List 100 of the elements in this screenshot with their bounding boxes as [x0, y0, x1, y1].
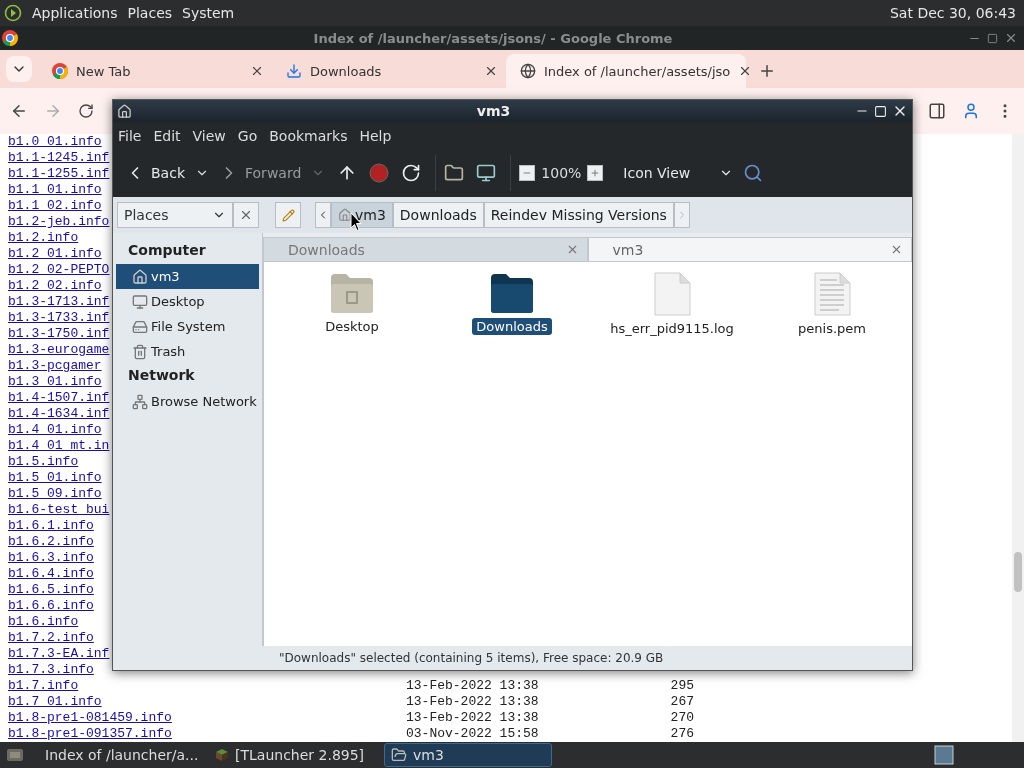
- file-link[interactable]: b1.5_01.info: [8, 470, 102, 486]
- modified-date: 13-Feb-2022 13:38: [406, 694, 539, 710]
- scrollbar[interactable]: [1012, 134, 1024, 742]
- file-link[interactable]: b1.6.5.info: [8, 582, 94, 598]
- file-link[interactable]: b1.2-jeb.info: [8, 214, 110, 230]
- file-link[interactable]: b1.6.2.info: [8, 534, 94, 550]
- panel-menu[interactable]: Places: [127, 5, 173, 21]
- file-link[interactable]: b1.7.info: [8, 678, 79, 694]
- tab-search-button[interactable]: [6, 56, 32, 82]
- panel-menu[interactable]: Applications: [32, 5, 118, 21]
- menu-item[interactable]: Help: [359, 127, 392, 144]
- menu-item[interactable]: File: [118, 127, 142, 144]
- file-link[interactable]: b1.2_02.info: [8, 278, 102, 294]
- browser-tab[interactable]: Index of /launcher/assets/jso: [506, 54, 746, 88]
- file-link[interactable]: b1.6.1.info: [8, 518, 94, 534]
- file-link[interactable]: b1.6.3.info: [8, 550, 94, 566]
- sidebar-item[interactable]: Desktop: [116, 289, 259, 314]
- show-desktop-icon[interactable]: [6, 747, 24, 763]
- zoom-in-button[interactable]: [587, 165, 604, 181]
- folder-icon: [489, 272, 535, 314]
- file-link[interactable]: b1.8-pre1-081459.info: [8, 710, 172, 726]
- path-button[interactable]: vm3: [331, 202, 393, 228]
- file-link[interactable]: b1.0_01.info: [8, 134, 102, 150]
- sidebar-heading: Network: [127, 366, 196, 385]
- file-size: 267: [670, 694, 694, 710]
- computer-icon[interactable]: [476, 163, 497, 183]
- browser-tab[interactable]: New Tab: [38, 54, 272, 88]
- path-button[interactable]: Downloads: [392, 202, 484, 228]
- close-icon[interactable]: [484, 64, 498, 78]
- stop-icon[interactable]: [369, 163, 390, 183]
- reload-icon[interactable]: [401, 163, 422, 183]
- file-link[interactable]: b1.3-pcgamer: [8, 358, 102, 374]
- file-link[interactable]: b1.1-1245.inf: [8, 150, 110, 166]
- file-link[interactable]: b1.6.info: [8, 614, 79, 630]
- download-icon: [286, 63, 302, 79]
- file-link[interactable]: b1.7.2.info: [8, 630, 94, 646]
- file-link[interactable]: b1.1_01.info: [8, 182, 102, 198]
- file-name[interactable]: Downloads: [472, 318, 552, 335]
- edit-location-button[interactable]: [275, 202, 301, 228]
- menu-item[interactable]: View: [192, 127, 226, 144]
- back-button[interactable]: Back: [121, 159, 189, 187]
- file-link[interactable]: b1.3-1750.inf: [8, 326, 110, 342]
- reload-icon[interactable]: [78, 103, 94, 119]
- search-icon[interactable]: [743, 163, 764, 183]
- file-link[interactable]: b1.2_01.info: [8, 246, 102, 262]
- panel-menu[interactable]: System: [182, 5, 235, 21]
- close-sidebar-button[interactable]: [233, 202, 259, 228]
- back-icon[interactable]: [10, 102, 28, 120]
- file-link[interactable]: b1.1_02.info: [8, 198, 102, 214]
- folder-tab[interactable]: vm3: [587, 237, 912, 262]
- menu-item[interactable]: Bookmarks: [269, 127, 348, 144]
- home-folder-icon[interactable]: [444, 163, 465, 183]
- file-link[interactable]: b1.7.3.info: [8, 662, 94, 678]
- file-link[interactable]: b1.6.4.info: [8, 566, 94, 582]
- app-icon: [215, 748, 229, 762]
- file-link[interactable]: b1.7_01.info: [8, 694, 102, 710]
- sidebar-item[interactable]: File System: [116, 314, 259, 339]
- side-panel-icon[interactable]: [928, 102, 946, 120]
- sidebar-item[interactable]: Trash: [116, 339, 259, 364]
- file-name[interactable]: hs_err_pid9115.log: [606, 320, 738, 337]
- home-icon: [117, 103, 132, 119]
- file-link[interactable]: b1.7.3-EA.inf: [8, 646, 110, 662]
- file-link[interactable]: b1.4-1507.inf: [8, 390, 110, 406]
- file-link[interactable]: b1.3-eurogame: [8, 342, 110, 358]
- path-back-button[interactable]: [315, 202, 331, 228]
- file-link[interactable]: b1.3-1733.inf: [8, 310, 110, 326]
- home-icon: [338, 208, 352, 222]
- file-link[interactable]: b1.4_01.info: [8, 422, 102, 438]
- sidebar-selector[interactable]: Places: [117, 202, 233, 228]
- file-link[interactable]: b1.1-1255.inf: [8, 166, 110, 182]
- file-link[interactable]: b1.3_01.info: [8, 374, 102, 390]
- sidebar-item[interactable]: Browse Network: [116, 389, 259, 414]
- file-link[interactable]: b1.2_02-PEPTO: [8, 262, 110, 278]
- file-name[interactable]: penis.pem: [794, 320, 870, 337]
- view-selector[interactable]: Icon View: [619, 161, 738, 185]
- file-name[interactable]: Desktop: [321, 318, 383, 335]
- profile-icon[interactable]: [962, 102, 980, 120]
- menu-logo-icon[interactable]: [4, 4, 22, 22]
- browser-tab[interactable]: Downloads: [272, 54, 506, 88]
- file-link[interactable]: b1.4-1634.inf: [8, 406, 110, 422]
- new-tab-icon[interactable]: [758, 62, 776, 80]
- close-icon[interactable]: [250, 64, 264, 78]
- folder-icon: [391, 747, 407, 763]
- taskbar-item[interactable]: vm3: [384, 743, 552, 767]
- menu-item[interactable]: Edit: [153, 127, 181, 144]
- taskbar-item[interactable]: [TLauncher 2.895]: [208, 743, 376, 767]
- file-link[interactable]: b1.5_09.info: [8, 486, 102, 502]
- menu-item[interactable]: Go: [237, 127, 258, 144]
- file-link[interactable]: b1.3-1713.inf: [8, 294, 110, 310]
- sidebar-item[interactable]: vm3: [116, 264, 259, 289]
- taskbar-item[interactable]: Index of /launcher/a...: [32, 743, 200, 767]
- zoom-out-button[interactable]: [519, 165, 536, 181]
- file-link[interactable]: b1.2.info: [8, 230, 79, 246]
- file-link[interactable]: b1.6-test_bui: [8, 502, 110, 518]
- file-link[interactable]: b1.6.6.info: [8, 598, 94, 614]
- file-link[interactable]: b1.5.info: [8, 454, 79, 470]
- file-link[interactable]: b1.4_01_mt.in: [8, 438, 110, 454]
- browser-logo-icon: [2, 30, 18, 46]
- path-button[interactable]: Reindev Missing Versions: [483, 202, 674, 228]
- file-link[interactable]: b1.8-pre1-091357.info: [8, 726, 172, 742]
